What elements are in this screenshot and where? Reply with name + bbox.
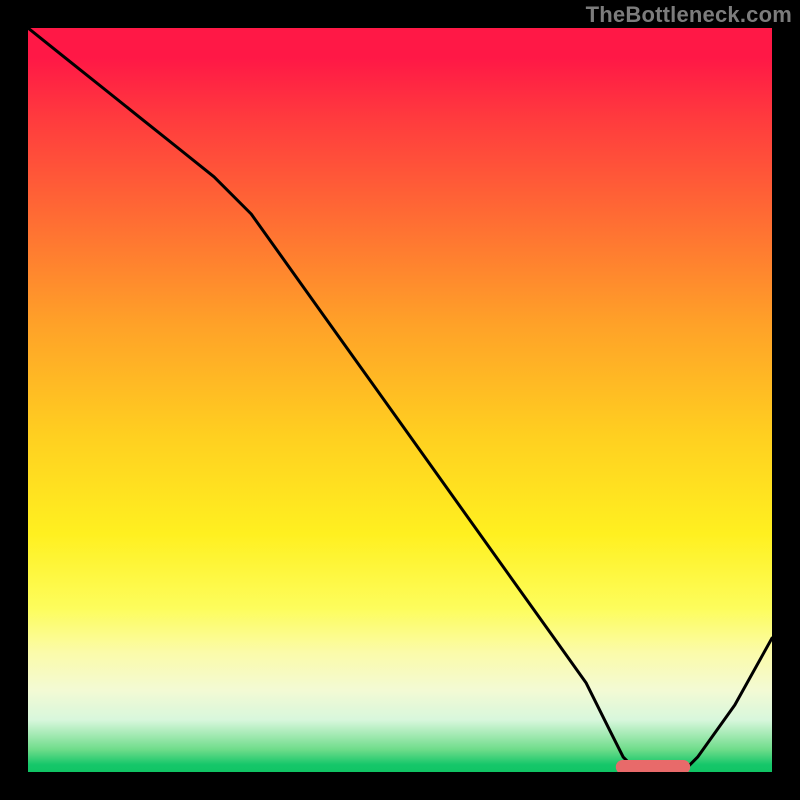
- plot-area: [28, 28, 772, 772]
- bottleneck-curve: [28, 28, 772, 772]
- watermark-text: TheBottleneck.com: [586, 2, 792, 28]
- optimal-range-marker: [616, 760, 690, 772]
- chart-container: TheBottleneck.com: [0, 0, 800, 800]
- chart-svg: [28, 28, 772, 772]
